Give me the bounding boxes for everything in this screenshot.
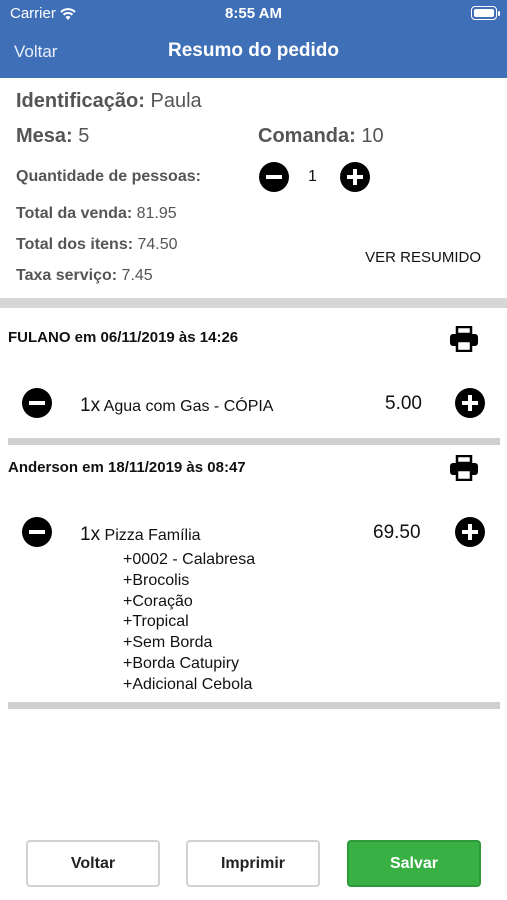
status-bar: Carrier 8:55 AM xyxy=(0,0,507,28)
identification-value: Paula xyxy=(150,90,202,112)
total-items-label: Total dos itens: xyxy=(16,236,134,253)
back-button[interactable]: Voltar xyxy=(26,840,160,887)
item-name: Pizza Família xyxy=(104,527,201,544)
people-count-value: 1 xyxy=(308,168,317,185)
identification-label: Identificação: xyxy=(16,90,145,112)
item-quantity: 1x xyxy=(80,395,101,416)
modifier-item: +Tropical xyxy=(123,613,189,631)
modifier-item: +Coração xyxy=(123,592,193,610)
modifier-item: +0002 - Calabresa xyxy=(123,551,256,568)
page-title: Resumo do pedido xyxy=(168,40,339,61)
item-increment-button[interactable] xyxy=(455,517,485,547)
people-count-label: Quantidade de pessoas: xyxy=(16,168,201,185)
navigation-bar: Voltar Resumo do pedido xyxy=(0,28,507,78)
table-value: 5 xyxy=(78,125,90,147)
modifier-item: +Borda Catupiry xyxy=(123,654,240,672)
total-sale-label: Total da venda: xyxy=(16,205,133,222)
total-sale-value: 81.95 xyxy=(136,205,177,222)
item-name: Agua com Gas - CÓPIA xyxy=(103,398,274,415)
service-fee-value: 7.45 xyxy=(121,267,153,284)
total-items-value: 74.50 xyxy=(137,236,178,253)
service-fee-row: Taxa serviço: 7.45 xyxy=(16,267,153,285)
printer-icon[interactable] xyxy=(449,455,479,481)
people-increment-button[interactable] xyxy=(340,162,370,192)
save-button[interactable]: Salvar xyxy=(347,840,481,887)
total-items-row: Total dos itens: 74.50 xyxy=(16,236,178,254)
item-quantity: 1x xyxy=(80,524,101,545)
total-sale-row: Total da venda: 81.95 xyxy=(16,205,177,223)
table-label: Mesa: xyxy=(16,125,73,147)
item-increment-button[interactable] xyxy=(455,388,485,418)
service-fee-label: Taxa serviço: xyxy=(16,267,118,284)
tab-number-value: 10 xyxy=(361,125,384,147)
item-decrement-button[interactable] xyxy=(22,388,52,418)
battery-icon xyxy=(471,6,500,20)
status-time: 8:55 AM xyxy=(225,5,282,22)
section-divider xyxy=(0,298,507,308)
order-item: 1x Pizza Família xyxy=(80,524,201,546)
order-header: Anderson em 18/11/2019 às 08:47 xyxy=(8,459,246,476)
item-modifiers-list: +0002 - Calabresa +Brocolis +Coração +Tr… xyxy=(123,550,255,696)
item-price: 5.00 xyxy=(385,393,422,414)
item-decrement-button[interactable] xyxy=(22,517,52,547)
modifier-item: +Brocolis xyxy=(123,571,190,589)
print-button[interactable]: Imprimir xyxy=(186,840,320,887)
tab-number-label: Comanda: xyxy=(258,125,356,147)
order-item: 1x Agua com Gas - CÓPIA xyxy=(80,395,273,417)
order-divider xyxy=(8,438,500,445)
modifier-item: +Sem Borda xyxy=(123,634,213,652)
item-price: 69.50 xyxy=(373,522,421,543)
view-summary-button[interactable]: VER RESUMIDO xyxy=(365,249,481,266)
identification-row: Identificação: Paula xyxy=(16,90,202,113)
order-divider xyxy=(8,702,500,709)
table-row: Mesa: 5 xyxy=(16,125,89,148)
order-summary: Identificação: Paula Mesa: 5 Comanda: 10… xyxy=(0,78,507,298)
modifier-item: +Adicional Cebola xyxy=(123,675,253,693)
printer-icon[interactable] xyxy=(449,326,479,352)
order-header: FULANO em 06/11/2019 às 14:26 xyxy=(8,329,239,346)
tab-number-row: Comanda: 10 xyxy=(258,125,384,148)
people-decrement-button[interactable] xyxy=(259,162,289,192)
